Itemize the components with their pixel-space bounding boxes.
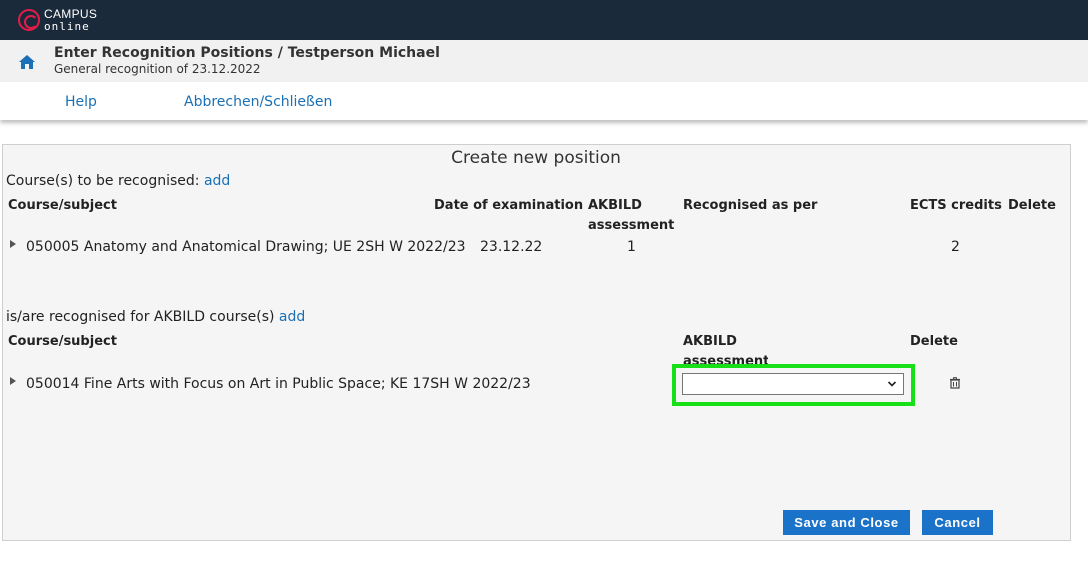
cancel-button[interactable]: Cancel: [922, 510, 993, 535]
save-and-close-button[interactable]: Save and Close: [783, 510, 910, 535]
panel-title: Create new position: [451, 148, 621, 168]
expand-triangle-icon[interactable]: [10, 377, 16, 385]
col-header-assessment: AKBILD assessment: [588, 198, 675, 233]
focus-highlight-box: [672, 364, 915, 406]
trash-icon[interactable]: [949, 377, 961, 389]
section2-label: is/are recognised for AKBILD course(s) a…: [6, 309, 305, 325]
col-header-assessment-2: AKBILD assessment: [683, 334, 768, 364]
page-subtitle: General recognition of 23.12.2022: [54, 62, 261, 76]
expand-triangle-icon[interactable]: [10, 240, 16, 248]
menu-bar: [0, 82, 1088, 120]
logo-icon: [18, 9, 40, 31]
col-header-delete-2: Delete: [910, 334, 958, 349]
logo-text-online: online: [44, 20, 90, 33]
top-bar: CAMPUS online: [0, 0, 1088, 40]
col-header-course: Course/subject: [8, 198, 117, 213]
col-header-date: Date of examination: [434, 198, 584, 213]
abort-close-link[interactable]: Abbrechen/Schließen: [184, 94, 332, 110]
col-header-course-2: Course/subject: [8, 334, 117, 349]
section1-label: Course(s) to be recognised: add: [6, 173, 230, 189]
course-cell: 050014 Fine Arts with Focus on Art in Pu…: [26, 376, 531, 392]
add-course-to-recognise-link[interactable]: add: [204, 173, 230, 189]
campus-online-logo[interactable]: CAMPUS online: [18, 7, 128, 35]
course-cell: 050005 Anatomy and Anatomical Drawing; U…: [26, 239, 466, 255]
date-cell: 23.12.22: [480, 239, 543, 255]
assessment-cell: 1: [627, 239, 636, 255]
col-header-delete: Delete: [1008, 198, 1056, 213]
home-icon[interactable]: [18, 54, 36, 70]
section2-label-text: is/are recognised for AKBILD course(s): [6, 309, 275, 325]
page-title: Enter Recognition Positions / Testperson…: [54, 45, 440, 61]
ects-cell: 2: [951, 239, 960, 255]
col-header-ects: ECTS credits: [910, 198, 1002, 213]
section1-label-text: Course(s) to be recognised:: [6, 173, 200, 189]
add-akbild-course-link[interactable]: add: [279, 309, 305, 325]
col-header-recognised-as: Recognised as per: [683, 198, 818, 213]
help-link[interactable]: Help: [65, 94, 97, 110]
